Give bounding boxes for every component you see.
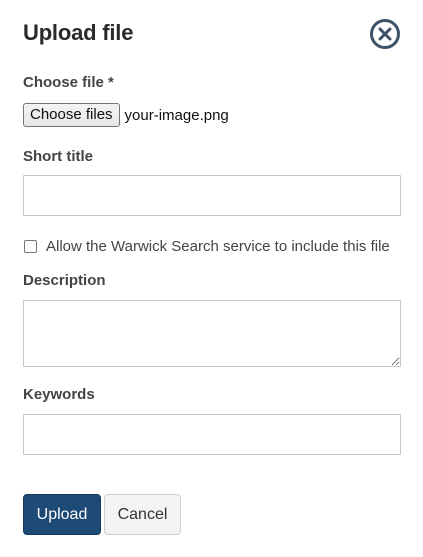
search-permission-row: Allow the Warwick Search service to incl… [23, 236, 390, 256]
choose-file-label: Choose file * [23, 74, 114, 91]
keywords-label: Keywords [23, 386, 95, 403]
keywords-input[interactable] [23, 414, 401, 455]
search-permission-label[interactable]: Allow the Warwick Search service to incl… [46, 238, 390, 255]
close-circle-icon [370, 19, 400, 49]
short-title-label: Short title [23, 148, 93, 165]
dialog-title: Upload file [23, 20, 134, 45]
search-permission-checkbox[interactable] [24, 239, 37, 253]
selected-file-name: your-image.png [124, 106, 229, 124]
choose-files-button[interactable]: Choose files [23, 103, 120, 127]
cancel-button[interactable]: Cancel [104, 494, 181, 535]
upload-button[interactable]: Upload [23, 494, 101, 535]
file-picker: Choose files your-image.png [23, 103, 229, 127]
close-button[interactable] [369, 18, 401, 50]
upload-file-dialog: Upload file Choose file * Choose files y… [0, 0, 423, 557]
short-title-input[interactable] [23, 175, 401, 216]
description-textarea[interactable] [23, 300, 401, 367]
description-label: Description [23, 272, 106, 289]
